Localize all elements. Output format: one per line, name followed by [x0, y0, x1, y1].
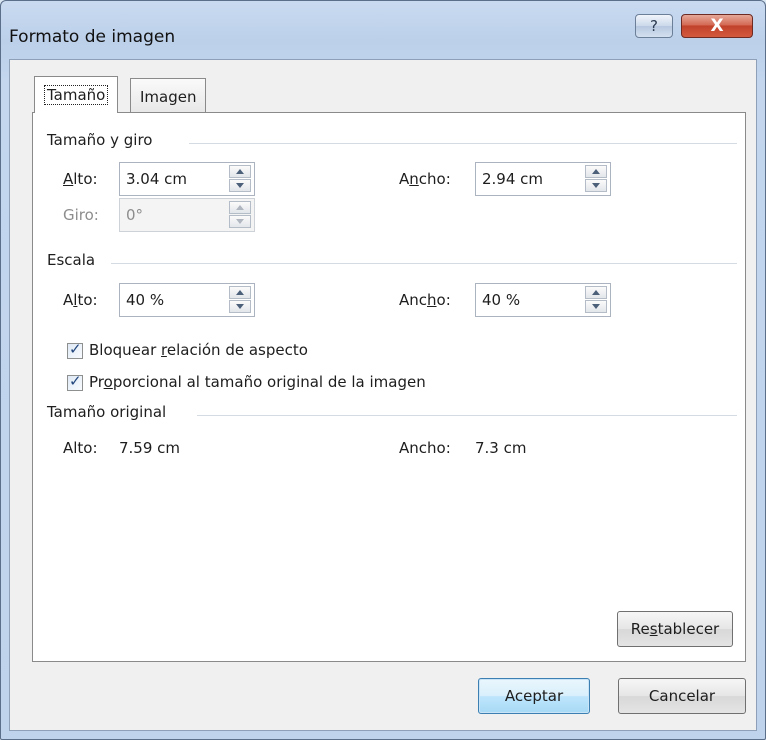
spin-down-icon[interactable] [229, 179, 251, 192]
help-button[interactable]: ? [635, 14, 673, 38]
close-button[interactable]: X [681, 14, 753, 38]
scale-width-label: Ancho: [399, 291, 451, 309]
dialog-body: Tamaño Imagen Tamaño y giro Alto: 3.04 c… [9, 59, 757, 731]
scale-height-value: 40 % [126, 291, 165, 309]
spin-down-icon [229, 215, 251, 228]
original-width-label: Ancho: [399, 439, 451, 457]
height-label: Alto: [63, 170, 98, 188]
help-icon: ? [650, 17, 658, 35]
ok-button[interactable]: Aceptar [478, 678, 590, 714]
separator [111, 263, 737, 264]
tab-tamano-label: Tamaño [44, 85, 109, 105]
relative-original-label[interactable]: Proporcional al tamaño original de la im… [89, 373, 426, 391]
close-icon: X [710, 16, 724, 36]
spin-up-icon[interactable] [229, 165, 251, 178]
scale-height-label: Alto: [63, 291, 98, 309]
original-width-value: 7.3 cm [475, 439, 527, 457]
height-spinner[interactable]: 3.04 cm [119, 162, 255, 196]
tab-imagen[interactable]: Imagen [130, 78, 207, 112]
original-height-value: 7.59 cm [119, 439, 181, 457]
section-title-size-rotation: Tamaño y giro [47, 131, 153, 149]
dialog-title: Formato de imagen [9, 27, 176, 47]
spin-up-icon [229, 201, 251, 214]
width-spinner[interactable]: 2.94 cm [475, 162, 611, 196]
reset-button[interactable]: Restablecer [617, 611, 733, 647]
height-value: 3.04 cm [126, 170, 188, 188]
cancel-button[interactable]: Cancelar [618, 678, 746, 714]
original-height-label: Alto: [63, 439, 98, 457]
title-bar[interactable]: Formato de imagen ? X [1, 1, 765, 59]
spin-up-icon[interactable] [585, 286, 607, 299]
spin-down-icon[interactable] [585, 179, 607, 192]
tab-imagen-label: Imagen [140, 88, 197, 106]
rotation-spinner: 0° [119, 198, 255, 232]
tab-panel: Tamaño y giro Alto: 3.04 cm Ancho: 2.94 … [32, 112, 746, 662]
relative-original-checkbox[interactable] [67, 372, 83, 391]
spin-up-icon[interactable] [585, 165, 607, 178]
spin-down-icon[interactable] [585, 300, 607, 313]
scale-width-spinner[interactable]: 40 % [475, 283, 611, 317]
rotation-value: 0° [126, 206, 144, 224]
lock-aspect-checkbox[interactable] [67, 340, 83, 359]
section-title-original-size: Tamaño original [47, 403, 167, 421]
tab-tamano[interactable]: Tamaño [34, 76, 119, 113]
lock-aspect-label[interactable]: Bloquear relación de aspecto [89, 341, 308, 359]
separator [197, 415, 737, 416]
rotation-label: Giro: [63, 206, 99, 224]
width-label: Ancho: [399, 170, 451, 188]
dialog-window: Formato de imagen ? X Tamaño Imagen Tama… [0, 0, 766, 740]
scale-width-value: 40 % [482, 291, 521, 309]
spin-up-icon[interactable] [229, 286, 251, 299]
scale-height-spinner[interactable]: 40 % [119, 283, 255, 317]
width-value: 2.94 cm [482, 170, 544, 188]
section-title-scale: Escala [47, 251, 96, 269]
spin-down-icon[interactable] [229, 300, 251, 313]
separator [189, 143, 737, 144]
